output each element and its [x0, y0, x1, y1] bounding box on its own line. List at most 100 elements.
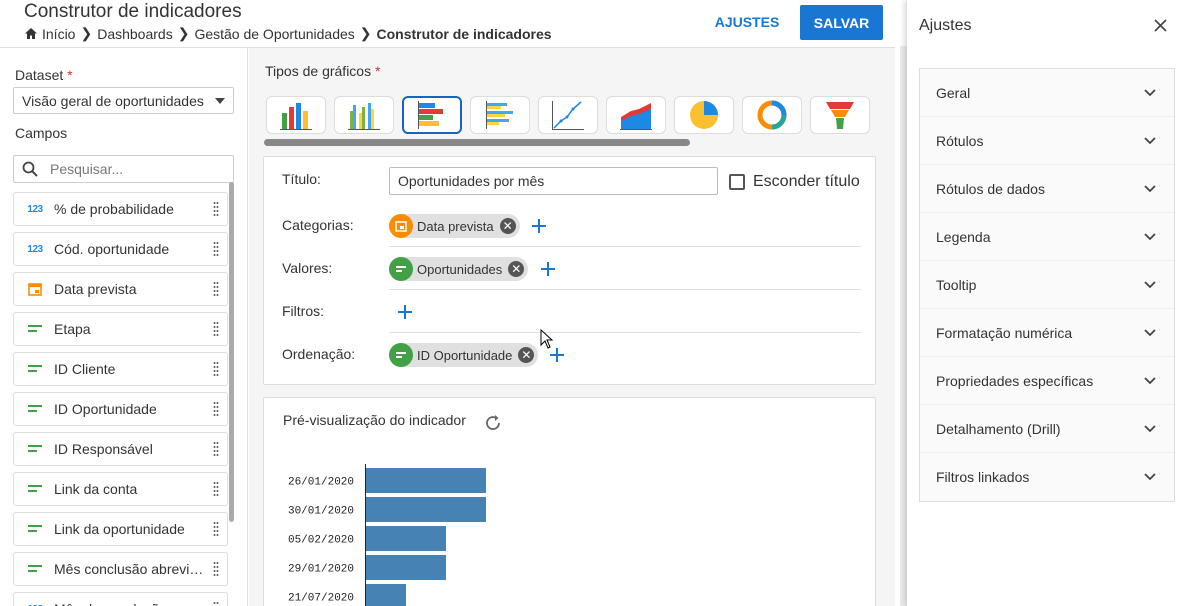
chevron-right-icon: ❯ [80, 25, 93, 41]
chart-type-pie[interactable] [674, 96, 734, 134]
categoria-chip[interactable]: Data prevista ✕ [389, 214, 520, 238]
config-card: Título: Esconder título Categorias: Data… [263, 156, 876, 385]
chart-bar[interactable] [366, 497, 486, 522]
chart-category-label: 30/01/2020 [288, 506, 354, 518]
chart-type-bar[interactable] [402, 96, 462, 134]
drag-handle-icon[interactable] [213, 441, 219, 457]
field-item[interactable]: Link da oportunidade [13, 512, 228, 546]
chart-type-funnel[interactable] [810, 96, 870, 134]
settings-item-label: Geral [936, 84, 971, 101]
fields-panel: Dataset * Visão geral de oportunidades C… [0, 48, 248, 606]
ordenacao-chip[interactable]: ID Oportunidade ✕ [389, 343, 539, 367]
settings-item-label: Legenda [936, 228, 991, 245]
chart-types-label: Tipos de gráficos * [265, 63, 381, 79]
ordenacao-label: Ordenação: [282, 346, 356, 362]
chart-bar[interactable] [366, 584, 406, 606]
search-input[interactable] [50, 161, 210, 177]
text-type-icon [26, 325, 44, 333]
dataset-select[interactable]: Visão geral de oportunidades [13, 87, 234, 114]
drag-handle-icon[interactable] [213, 521, 219, 537]
settings-item-label: Rótulos de dados [936, 180, 1045, 197]
chart-type-grouped-bar[interactable] [470, 96, 530, 134]
chart-bar[interactable] [366, 468, 486, 493]
titulo-label: Título: [282, 171, 321, 187]
valor-chip[interactable]: Oportunidades ✕ [389, 257, 529, 281]
save-button[interactable]: SALVAR [800, 5, 883, 40]
categorias-label: Categorias: [282, 217, 354, 233]
drag-handle-icon[interactable] [213, 281, 219, 297]
settings-item-label: Filtros linkados [936, 469, 1030, 485]
field-label: Data prevista [54, 281, 137, 297]
chevron-down-icon [1144, 424, 1156, 432]
dataset-label: Dataset * [15, 67, 73, 83]
close-icon[interactable] [1154, 19, 1167, 32]
field-item[interactable]: ID Responsável [13, 432, 228, 466]
add-valor-icon[interactable] [540, 261, 556, 277]
drag-handle-icon[interactable] [213, 201, 219, 217]
drag-handle-icon[interactable] [213, 241, 219, 257]
hide-title-checkbox[interactable]: Esconder título [729, 173, 860, 191]
title-input[interactable] [389, 167, 718, 195]
settings-item[interactable]: Geral [920, 69, 1174, 117]
drag-handle-icon[interactable] [213, 561, 219, 577]
add-categoria-icon[interactable] [531, 218, 547, 234]
settings-item[interactable]: Filtros linkados [920, 453, 1174, 501]
settings-item[interactable]: Tooltip [920, 261, 1174, 309]
settings-item[interactable]: Rótulos de dados [920, 165, 1174, 213]
field-item[interactable]: Mês conclusão abreviado [13, 552, 228, 586]
settings-item[interactable]: Legenda [920, 213, 1174, 261]
breadcrumb-dashboards[interactable]: Dashboards [97, 26, 173, 42]
ajustes-button[interactable]: AJUSTES [706, 5, 788, 39]
filtros-label: Filtros: [282, 303, 324, 319]
chart-type-line[interactable] [538, 96, 598, 134]
drag-handle-icon[interactable] [213, 401, 219, 417]
chart-type-area[interactable] [606, 96, 666, 134]
field-label: ID Cliente [54, 361, 116, 377]
field-item[interactable]: 123 % de probabilidade [13, 192, 228, 226]
bar-chart-icon [418, 101, 443, 129]
field-item[interactable]: ID Cliente [13, 352, 228, 386]
settings-item[interactable]: Rótulos [920, 117, 1174, 165]
field-item[interactable]: ID Oportunidade [13, 392, 228, 426]
remove-chip-icon[interactable]: ✕ [508, 261, 525, 277]
add-ordenacao-icon[interactable] [549, 347, 565, 363]
field-item[interactable]: 123 Cód. oportunidade [13, 232, 228, 266]
text-type-icon [26, 365, 44, 373]
search-icon [22, 161, 38, 177]
chevron-down-icon [1144, 328, 1156, 336]
field-label: Link da conta [54, 481, 138, 497]
mouse-cursor-icon [540, 329, 554, 349]
settings-title: Ajustes [919, 17, 972, 34]
field-item[interactable]: Link da conta [13, 472, 228, 506]
breadcrumb-home[interactable]: Início [24, 26, 75, 42]
chart-bar[interactable] [366, 555, 446, 580]
chart-bar[interactable] [366, 526, 446, 551]
chart-type-column[interactable] [266, 96, 326, 134]
add-filtro-icon[interactable] [397, 304, 413, 320]
field-item[interactable]: 123Mês de conclusão [13, 592, 228, 606]
field-item[interactable]: Data prevista [13, 272, 228, 306]
drag-handle-icon[interactable] [213, 601, 219, 606]
chart-types-scrollbar[interactable] [264, 139, 690, 146]
chevron-down-icon [1144, 88, 1156, 96]
remove-chip-icon[interactable]: ✕ [518, 347, 535, 363]
field-item[interactable]: Etapa [13, 312, 228, 346]
drag-handle-icon[interactable] [213, 321, 219, 337]
chart-type-grouped-column[interactable] [334, 96, 394, 134]
remove-chip-icon[interactable]: ✕ [499, 218, 516, 234]
chart-category-label: 05/02/2020 [288, 535, 354, 547]
main-scrollbar[interactable] [900, 46, 907, 606]
chart-type-donut[interactable] [742, 96, 802, 134]
divider [389, 289, 861, 290]
settings-item[interactable]: Detalhamento (Drill) [920, 405, 1174, 453]
drag-handle-icon[interactable] [213, 361, 219, 377]
fields-scrollbar[interactable] [229, 182, 234, 522]
settings-item[interactable]: Formatação numérica [920, 309, 1174, 357]
number-type-icon: 123 [27, 243, 43, 255]
drag-handle-icon[interactable] [213, 481, 219, 497]
chevron-down-icon [1144, 136, 1156, 144]
settings-item[interactable]: Propriedades específicas [920, 357, 1174, 405]
chart-category-label: 21/07/2020 [288, 593, 354, 605]
chevron-down-icon [1144, 280, 1156, 288]
breadcrumb-gestao[interactable]: Gestão de Oportunidades [194, 26, 354, 42]
